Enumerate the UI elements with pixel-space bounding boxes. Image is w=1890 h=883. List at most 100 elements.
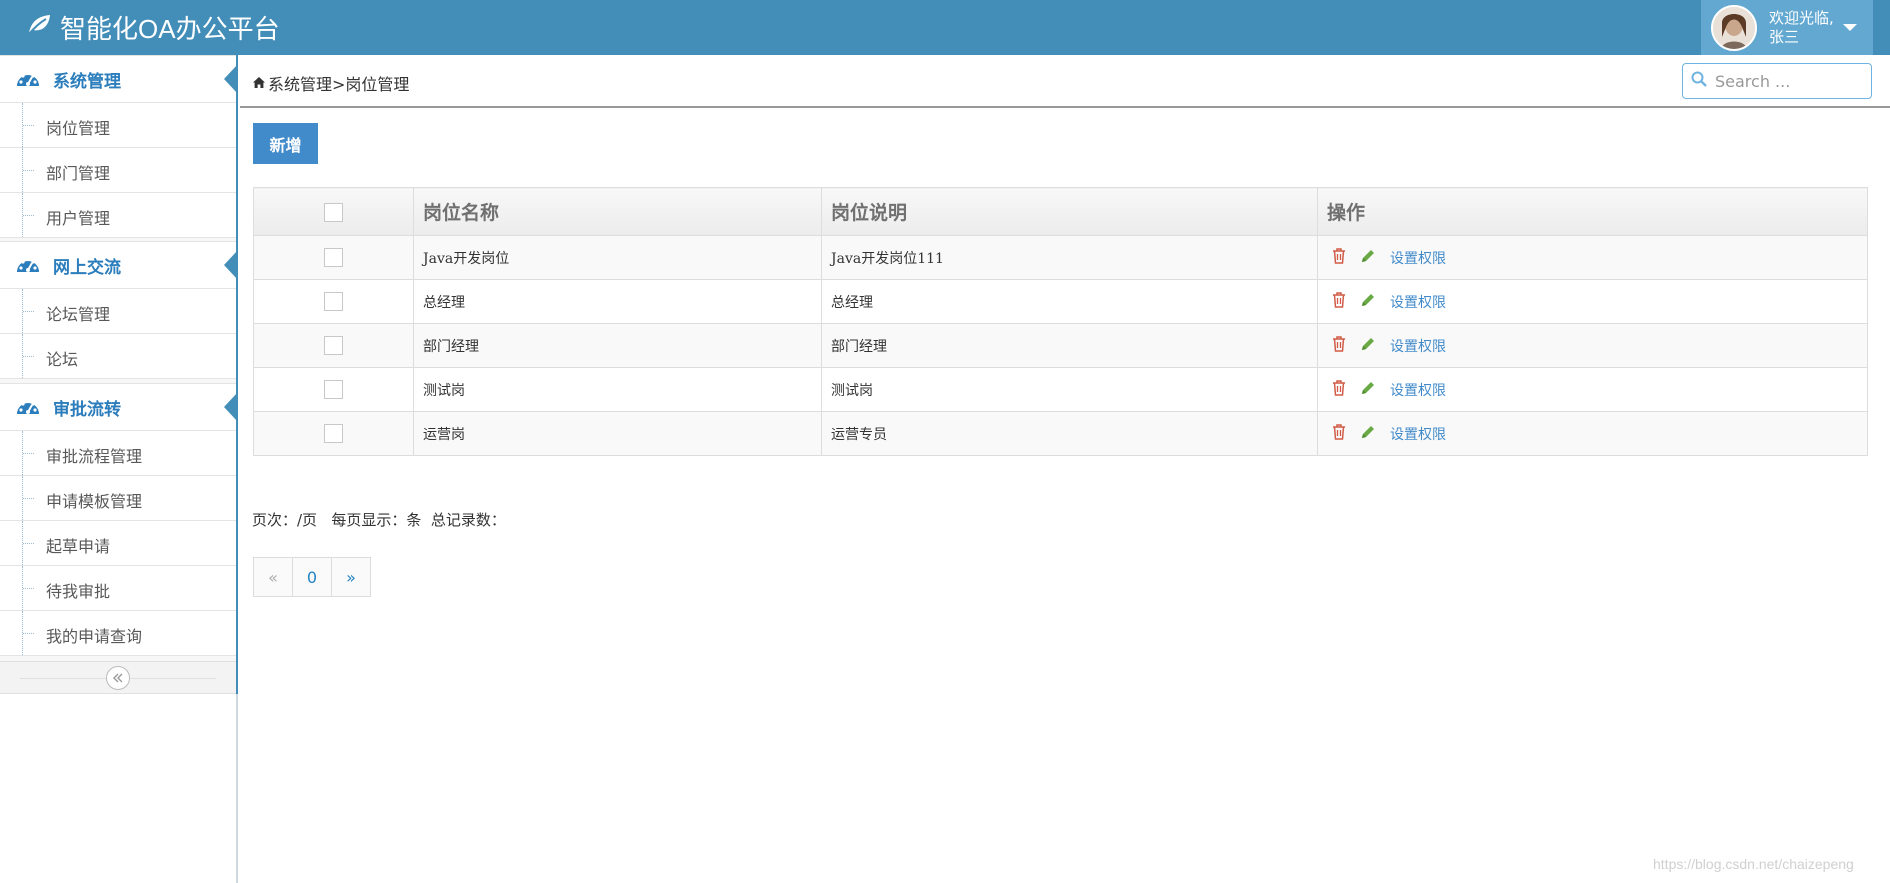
avatar [1711,4,1757,51]
sidebar-item-my-requests[interactable]: 我的申请查询 [0,611,236,656]
trash-icon[interactable] [1332,423,1346,444]
set-permission-link[interactable]: 设置权限 [1390,380,1446,400]
pencil-icon[interactable] [1360,336,1376,356]
sidebar-group-label: 审批流转 [53,399,121,420]
set-permission-link[interactable]: 设置权限 [1390,336,1446,356]
sidebar-group-approval[interactable]: 审批流转 [0,383,238,431]
trash-icon[interactable] [1332,335,1346,356]
breadcrumb-bar: 系统管理>岗位管理 [240,55,1890,108]
pagination-info: 页次：/页 每页显示：条 总记录数： [252,511,506,529]
sidebar-group-communication[interactable]: 网上交流 [0,241,238,289]
cell-actions: 设置权限 [1317,235,1868,280]
double-chevron-left-icon[interactable] [106,666,130,690]
cell-name: 总经理 [413,279,822,324]
column-header-actions: 操作 [1317,187,1868,236]
table-row: 总经理 总经理 设置权限 [253,279,1868,324]
trash-icon[interactable] [1332,379,1346,400]
cell-desc: 运营专员 [821,411,1318,456]
cell-desc: 部门经理 [821,323,1318,368]
search-box[interactable] [1682,63,1872,99]
cell-name: Java开发岗位 [413,235,822,280]
sidebar-group-label: 系统管理 [53,71,121,92]
active-indicator [224,250,238,280]
sidebar-item-department[interactable]: 部门管理 [0,148,236,193]
sidebar-item-pending[interactable]: 待我审批 [0,566,236,611]
sidebar-item-label: 起草申请 [46,537,111,556]
select-all-cell [253,187,414,236]
row-checkbox-cell [253,367,414,412]
position-table: 岗位名称 岗位说明 操作 Java开发岗位 Java开发岗位111 设置权限 总… [253,187,1868,456]
row-checkbox-cell [253,279,414,324]
column-header-desc[interactable]: 岗位说明 [821,187,1318,236]
cell-actions: 设置权限 [1317,279,1868,324]
sidebar-item-label: 用户管理 [46,209,111,228]
watermark: https://blog.csdn.net/chaizepeng [1653,856,1854,872]
row-checkbox[interactable] [324,424,343,443]
sidebar-menu: 系统管理 岗位管理 部门管理 用户管理 网上交流 论坛管理 论坛 审批流转 审批… [0,55,238,694]
search-icon [1683,71,1707,91]
sidebar-item-label: 申请模板管理 [46,492,143,511]
table-header-row: 岗位名称 岗位说明 操作 [253,187,1868,236]
sidebar-item-forum-admin[interactable]: 论坛管理 [0,289,236,334]
cell-desc: 总经理 [821,279,1318,324]
sidebar-item-label: 审批流程管理 [46,447,143,466]
trash-icon[interactable] [1332,291,1346,312]
cell-actions: 设置权限 [1317,323,1868,368]
sidebar-item-label: 岗位管理 [46,119,111,138]
sidebar: 系统管理 岗位管理 部门管理 用户管理 网上交流 论坛管理 论坛 审批流转 审批… [0,55,238,883]
trash-icon[interactable] [1332,247,1346,268]
sidebar-item-process-admin[interactable]: 审批流程管理 [0,431,236,476]
prev-page-button[interactable]: « [253,557,293,597]
page-number-button[interactable]: 0 [292,557,332,597]
next-page-button[interactable]: » [331,557,371,597]
row-checkbox[interactable] [324,248,343,267]
top-navbar: 智能化OA办公平台 欢迎光临, 张三 [0,0,1890,55]
home-icon[interactable] [252,74,268,93]
search-input[interactable] [1713,70,1857,92]
sidebar-item-label: 论坛管理 [46,305,111,324]
sidebar-item-template-admin[interactable]: 申请模板管理 [0,476,236,521]
pagination: « 0 » [253,557,371,597]
row-checkbox[interactable] [324,380,343,399]
sidebar-item-label: 我的申请查询 [46,627,143,646]
dashboard-icon [15,254,41,276]
row-checkbox[interactable] [324,336,343,355]
pencil-icon[interactable] [1360,248,1376,268]
cell-name: 部门经理 [413,323,822,368]
caret-down-icon[interactable] [1843,24,1857,31]
cell-desc: 测试岗 [821,367,1318,412]
dashboard-icon [15,396,41,418]
cell-actions: 设置权限 [1317,411,1868,456]
pencil-icon[interactable] [1360,380,1376,400]
sidebar-item-draft[interactable]: 起草申请 [0,521,236,566]
cell-name: 测试岗 [413,367,822,412]
active-indicator [224,64,238,94]
sidebar-item-users[interactable]: 用户管理 [0,193,236,238]
row-checkbox[interactable] [324,292,343,311]
select-all-checkbox[interactable] [324,202,343,222]
sidebar-group-label: 网上交流 [53,257,121,278]
sidebar-group-system[interactable]: 系统管理 [0,55,238,103]
set-permission-link[interactable]: 设置权限 [1390,248,1446,268]
sidebar-item-label: 待我审批 [46,582,111,601]
breadcrumb-text[interactable]: 系统管理>岗位管理 [268,71,409,95]
active-indicator [224,392,238,422]
user-menu[interactable]: 欢迎光临, 张三 [1701,0,1873,55]
pencil-icon[interactable] [1360,424,1376,444]
dashboard-icon [15,68,41,90]
sidebar-item-forum[interactable]: 论坛 [0,334,236,379]
pencil-icon[interactable] [1360,292,1376,312]
cell-actions: 设置权限 [1317,367,1868,412]
table-row: 测试岗 测试岗 设置权限 [253,367,1868,412]
brand[interactable]: 智能化OA办公平台 [26,7,280,47]
brand-title: 智能化OA办公平台 [60,13,280,44]
sidebar-item-label: 部门管理 [46,164,111,183]
set-permission-link[interactable]: 设置权限 [1390,292,1446,312]
sidebar-item-position[interactable]: 岗位管理 [0,103,236,148]
add-button[interactable]: 新增 [253,123,318,164]
sidebar-collapse-bar [0,661,236,694]
column-header-name[interactable]: 岗位名称 [413,187,822,236]
leaf-icon [26,12,60,43]
set-permission-link[interactable]: 设置权限 [1390,424,1446,444]
breadcrumb: 系统管理>岗位管理 [252,71,409,95]
